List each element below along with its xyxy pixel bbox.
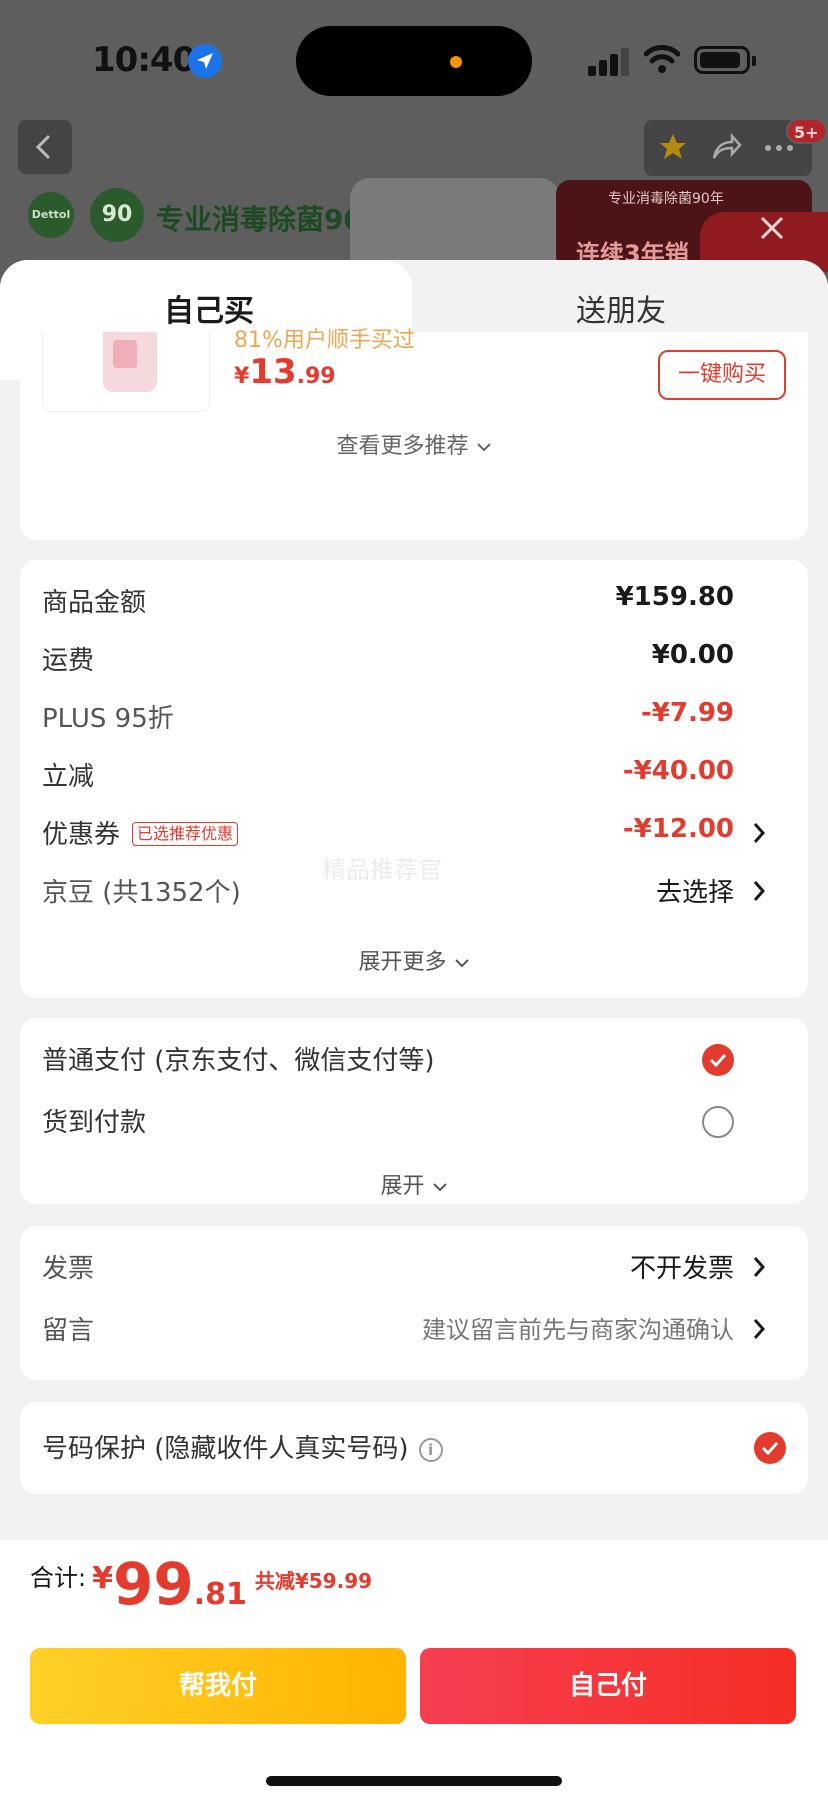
banner-product-image — [350, 178, 560, 268]
shipping-row: 运费 ¥0.00 — [42, 640, 734, 676]
chevron-right-icon — [753, 823, 766, 843]
one-click-buy-button[interactable]: 一键购买 — [658, 350, 786, 400]
payment-option-cod[interactable]: 货到付款 — [42, 1102, 786, 1142]
status-time: 10:40 — [92, 40, 196, 80]
jd-beans-row[interactable]: 京豆 (共1352个) 去选择 — [42, 872, 786, 912]
recommendation-card: 81%用户顺手买过 ¥13.99 一键购买 查看更多推荐 — [20, 328, 808, 540]
radio-checked-icon[interactable] — [702, 1044, 734, 1076]
plus-discount-row: PLUS 95折 -¥7.99 — [42, 698, 734, 734]
payment-option-online[interactable]: 普通支付 (京东支付、微信支付等) — [42, 1040, 786, 1080]
phone-protection-row[interactable]: 号码保护 (隐藏收件人真实号码) i — [42, 1428, 786, 1468]
brand-banner: Dettol 90 专业消毒除菌90年 — [20, 178, 560, 268]
pay-myself-button[interactable]: 自己付 — [420, 1648, 796, 1724]
info-icon[interactable]: i — [418, 1438, 443, 1462]
anniversary-badge: 90 — [90, 188, 144, 242]
coupon-row[interactable]: 优惠券 已选推荐优惠 -¥12.00 — [42, 814, 786, 854]
chevron-right-icon — [753, 881, 766, 901]
chevron-down-icon — [432, 1183, 447, 1192]
share-icon[interactable] — [710, 132, 742, 162]
wifi-icon — [644, 45, 680, 73]
phone-protection-card: 号码保护 (隐藏收件人真实号码) i — [20, 1402, 808, 1494]
help-me-pay-button[interactable]: 帮我付 — [30, 1648, 406, 1724]
expand-payment-link[interactable]: 展开 — [20, 1168, 808, 1200]
star-icon[interactable] — [658, 132, 688, 162]
payment-method-card: 普通支付 (京东支付、微信支付等) 货到付款 展开 — [20, 1018, 808, 1204]
status-bar: 10:40 — [0, 0, 828, 120]
checkout-sheet: 自己买 送朋友 81%用户顺手买过 ¥13.99 一键购买 查看更多推荐 商品金… — [0, 260, 828, 1800]
tab-gift-friend-label[interactable]: 送朋友 — [576, 286, 666, 330]
total-savings: 共减¥59.99 — [254, 1569, 373, 1593]
chevron-down-icon — [454, 959, 469, 968]
view-more-recommendations-link[interactable]: 查看更多推荐 — [20, 428, 808, 460]
recommended-product-image[interactable] — [42, 332, 210, 412]
notification-badge: 5+ — [786, 118, 827, 144]
subtotal-row: 商品金额 ¥159.80 — [42, 582, 734, 618]
coupon-selected-badge: 已选推荐优惠 — [132, 822, 239, 846]
dynamic-island — [296, 26, 532, 96]
promo-banner-subtitle: 专业消毒除菌90年 — [608, 191, 724, 207]
chevron-left-icon — [35, 134, 51, 160]
chevron-right-icon — [753, 1319, 766, 1339]
order-amounts-card: 商品金额 ¥159.80 运费 ¥0.00 PLUS 95折 -¥7.99 立减… — [20, 560, 808, 998]
checkout-bottom-bar: 合计: ¥99.81 共减¥59.99 帮我付 自己付 — [0, 1540, 828, 1800]
invoice-note-card: 发票 不开发票 留言 建议留言前先与商家沟通确认 — [20, 1226, 808, 1380]
close-icon[interactable] — [758, 214, 786, 242]
invoice-row[interactable]: 发票 不开发票 — [42, 1248, 786, 1288]
home-indicator[interactable] — [266, 1776, 562, 1786]
recording-indicator — [450, 56, 462, 68]
brand-logo: Dettol — [28, 192, 74, 238]
recommended-product-price: ¥13.99 — [234, 352, 336, 392]
battery-icon — [694, 46, 756, 74]
recommendation-subtitle: 81%用户顺手买过 — [234, 328, 415, 353]
chevron-down-icon — [476, 443, 491, 452]
more-icon[interactable] — [764, 144, 794, 152]
location-arrow-icon — [188, 44, 222, 78]
cellular-signal-icon — [588, 48, 630, 76]
checkbox-checked-icon[interactable] — [754, 1432, 786, 1464]
back-button[interactable] — [18, 120, 72, 174]
instant-discount-row: 立减 -¥40.00 — [42, 756, 734, 792]
order-total: 合计: ¥99.81 共减¥59.99 — [30, 1550, 373, 1618]
expand-more-link[interactable]: 展开更多 — [20, 944, 808, 976]
note-placeholder: 建议留言前先与商家沟通确认 — [422, 1316, 734, 1344]
radio-unchecked-icon[interactable] — [702, 1106, 734, 1138]
note-row[interactable]: 留言 建议留言前先与商家沟通确认 — [42, 1310, 786, 1350]
chevron-right-icon — [753, 1257, 766, 1277]
